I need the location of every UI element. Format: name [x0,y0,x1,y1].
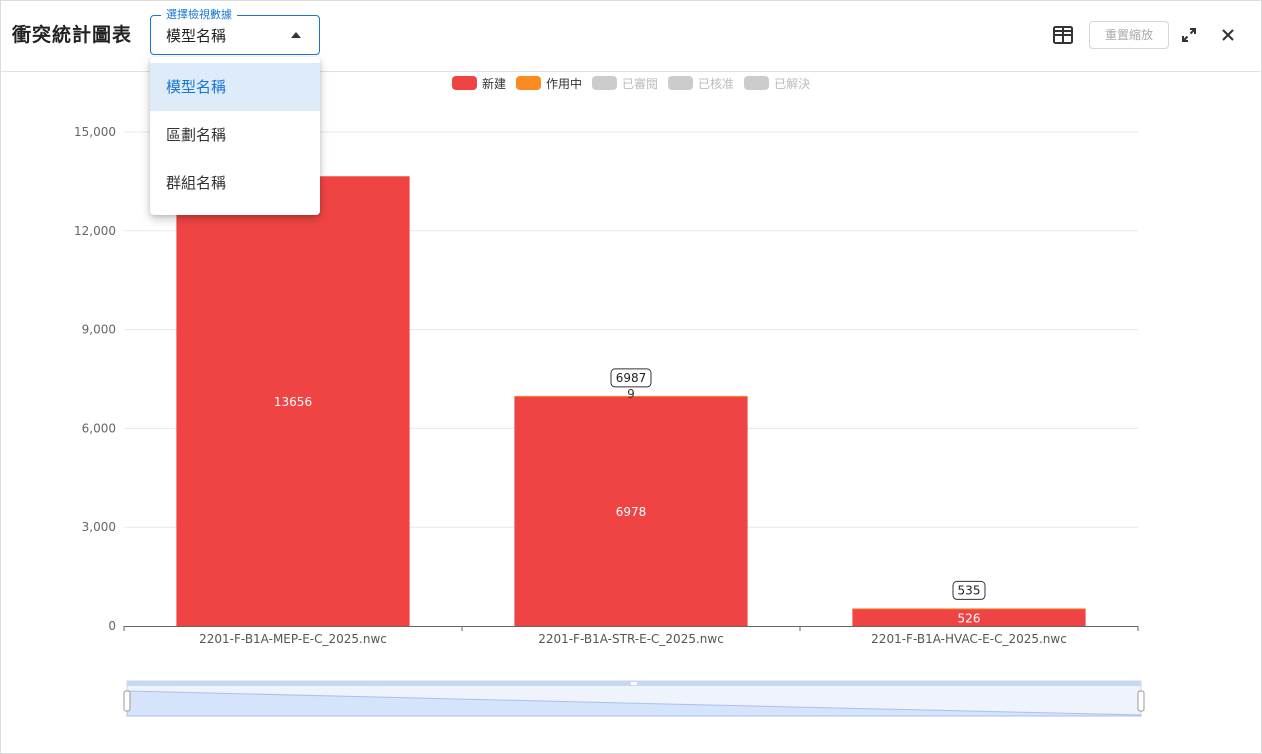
expand-icon[interactable] [1180,26,1198,44]
select-value: 模型名稱 [166,27,227,45]
table-icon[interactable] [1053,26,1073,44]
menu-item-group-name[interactable]: 群組名稱 [150,159,320,207]
legend-item-new[interactable]: 新建 [452,75,506,92]
chart-legend: 新建 作用中 已審閱 已核准 已解決 [452,74,820,92]
view-data-select[interactable]: 選擇檢視數據 模型名稱 [150,8,320,55]
legend-item-approved[interactable]: 已核准 [668,75,734,92]
legend-swatch [744,76,770,90]
legend-label: 已核准 [698,76,735,91]
legend-label: 作用中 [546,76,583,91]
legend-item-resolved[interactable]: 已解決 [744,75,810,92]
close-icon[interactable] [1219,26,1237,44]
menu-item-model-name[interactable]: 模型名稱 [150,63,320,111]
menu-item-zone-name[interactable]: 區劃名稱 [150,111,320,159]
legend-label: 新建 [482,76,507,91]
page-title: 衝突統計圖表 [12,24,133,46]
legend-item-reviewed[interactable]: 已審閱 [592,75,658,92]
legend-label: 已解決 [774,76,811,91]
legend-swatch [452,76,477,90]
legend-item-active[interactable]: 作用中 [516,75,582,92]
legend-swatch [516,76,542,90]
legend-swatch [592,76,618,90]
select-label: 選擇檢視數據 [161,8,237,22]
select-dropdown-menu: 模型名稱 區劃名稱 群組名稱 [150,57,320,215]
legend-label: 已審閱 [622,76,659,91]
legend-swatch [668,76,694,90]
caret-up-icon[interactable] [291,32,301,38]
reset-zoom-button[interactable]: 重置縮放 [1089,21,1169,49]
